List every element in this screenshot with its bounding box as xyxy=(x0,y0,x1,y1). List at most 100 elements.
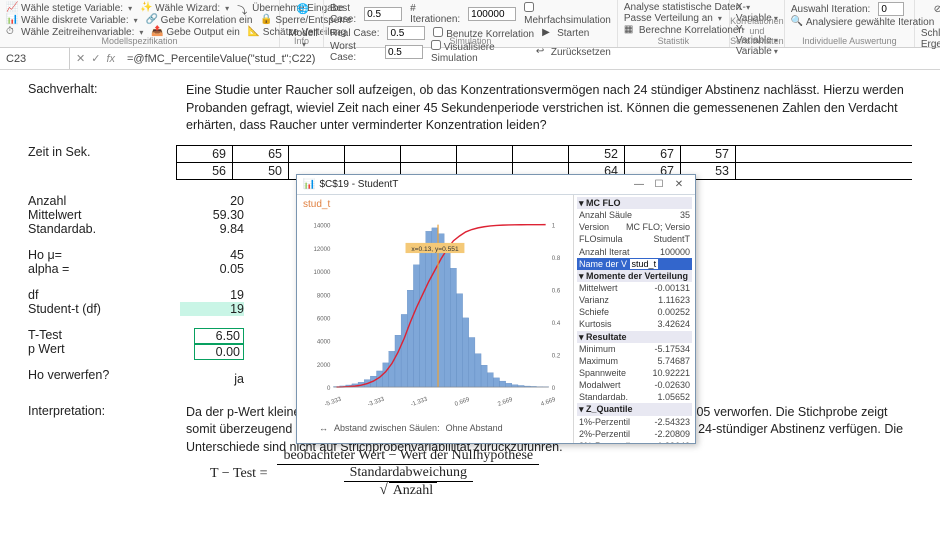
maximize-icon[interactable]: ☐ xyxy=(649,179,669,190)
dialog-titlebar[interactable]: 📊 $C$19 - StudentT — ☐ ✕ xyxy=(297,175,695,195)
table-cell xyxy=(288,146,344,162)
svg-text:14000: 14000 xyxy=(314,223,332,230)
txt-sachverhalt: Eine Studie unter Raucher soll aufzeigen… xyxy=(186,82,912,135)
btn-berechne-korr[interactable]: ▦Berechne Korrelationen xyxy=(624,24,744,36)
globe-icon: 🌐 xyxy=(292,4,314,26)
undo-icon: ↩ xyxy=(536,46,548,58)
val-pwert: 0.00 xyxy=(194,344,244,360)
svg-text:12000: 12000 xyxy=(314,246,332,253)
lbl-anzahl: Anzahl xyxy=(28,194,160,208)
group-simulation: Simulation xyxy=(324,36,617,46)
input-worst[interactable] xyxy=(385,45,423,59)
lbl-studt: Student-t (df) xyxy=(28,302,160,316)
table-cell xyxy=(400,146,456,162)
bars-icon: 📊 xyxy=(6,14,18,26)
svg-text:0.2: 0.2 xyxy=(552,353,561,360)
search-icon: 🔍 xyxy=(791,16,803,28)
stats-panel[interactable]: ▾ MC FLOAnzahl Säule35VersionMC FLO; Ver… xyxy=(573,195,695,443)
grid-icon: ▦ xyxy=(624,24,636,36)
input-auswahl[interactable] xyxy=(878,2,904,16)
cancel-icon[interactable]: ✕ xyxy=(76,52,85,65)
accept-icon: ⤵ xyxy=(237,2,249,14)
curve-icon: 📈 xyxy=(6,2,18,14)
svg-text:0: 0 xyxy=(552,385,556,392)
chk-benutze[interactable] xyxy=(433,27,443,37)
minimize-icon[interactable]: — xyxy=(629,179,649,190)
enter-icon[interactable]: ✓ xyxy=(91,52,100,65)
dd-variable[interactable]: Variable xyxy=(736,46,778,57)
link-icon: 🔗 xyxy=(146,14,158,26)
table-cell: 69 xyxy=(176,146,232,162)
table-cell: 56 xyxy=(176,163,232,179)
fx-icon[interactable]: fx xyxy=(106,53,115,65)
dialog-title: $C$19 - StudentT xyxy=(319,179,398,190)
input-iter[interactable] xyxy=(468,7,516,21)
svg-text:0.669: 0.669 xyxy=(454,396,471,408)
svg-text:8000: 8000 xyxy=(317,292,331,299)
btn-diskrete[interactable]: 📊Wähle diskrete Variable: xyxy=(6,14,138,26)
lbl-std: Standardab. xyxy=(28,222,160,236)
lbl-zeit: Zeit in Sek. xyxy=(28,145,160,159)
svg-text:2.669: 2.669 xyxy=(497,396,514,408)
lbl-abstand: Abstand zwischen Säulen: xyxy=(334,423,440,433)
ttest-formula: T − Test = beobachteter Wert − Wert der … xyxy=(210,448,539,499)
lbl-pwert: p Wert xyxy=(28,342,160,356)
svg-text:-1.333: -1.333 xyxy=(410,395,429,408)
svg-text:4.669: 4.669 xyxy=(540,396,557,408)
table-cell xyxy=(344,146,400,162)
lbl-best: Best Case: xyxy=(330,3,356,25)
group-ergebnis: Ergebnis xyxy=(915,36,940,46)
val-studt: 19 xyxy=(180,302,244,316)
group-modelspec: Modellspezifikation xyxy=(0,36,279,46)
val-ho: 45 xyxy=(180,248,244,262)
lbl-ho: Ho μ= xyxy=(28,248,160,262)
btn-passe[interactable]: Passe Verteilung an xyxy=(624,13,722,24)
wizard-icon: ✨ xyxy=(140,2,152,14)
table-cell xyxy=(456,146,512,162)
chart-dialog[interactable]: 📊 $C$19 - StudentT — ☐ ✕ stud_t 14000 120… xyxy=(296,174,696,444)
table-cell: 50 xyxy=(232,163,288,179)
btn-korr-ein[interactable]: 🔗Gebe Korrelation ein xyxy=(146,14,253,26)
name-box[interactable]: C23 xyxy=(0,48,70,69)
slider-icon[interactable]: ↔ xyxy=(319,423,328,433)
svg-text:0.6: 0.6 xyxy=(552,288,561,295)
close-results-icon: ⊘ xyxy=(927,4,940,26)
val-ttest: 6.50 xyxy=(194,328,244,344)
input-best[interactable] xyxy=(364,7,402,21)
table-cell xyxy=(512,146,568,162)
chk-mehrfach[interactable] xyxy=(524,2,534,12)
group-korrsens: Korrelationen und Sensitivitäten xyxy=(730,16,784,46)
svg-text:-5.333: -5.333 xyxy=(324,395,343,408)
svg-text:10000: 10000 xyxy=(314,269,332,276)
btn-stetige[interactable]: 📈Wähle stetige Variable: xyxy=(6,2,132,14)
lbl-mittel: Mittelwert xyxy=(28,208,160,222)
lbl-alpha: alpha = xyxy=(28,262,160,276)
group-indiv: Individuelle Auswertung xyxy=(785,36,914,46)
val-df: 19 xyxy=(180,288,244,302)
chart-series-label: stud_t xyxy=(303,199,567,210)
group-statistik: Statistik xyxy=(618,36,729,46)
lbl-df: df xyxy=(28,288,160,302)
svg-text:4000: 4000 xyxy=(317,339,331,346)
btn-analysiere-iter[interactable]: 🔍Analysiere gewählte Iteration xyxy=(791,16,934,28)
group-info: Info xyxy=(280,36,323,46)
lbl-sachverhalt: Sachverhalt: xyxy=(28,82,160,135)
svg-text:2000: 2000 xyxy=(317,362,331,369)
worksheet[interactable]: Sachverhalt: Eine Studie unter Raucher s… xyxy=(0,70,940,478)
lbl-verwerfen: Ho verwerfen? xyxy=(28,368,160,382)
close-icon[interactable]: ✕ xyxy=(669,179,689,190)
lock-icon: 🔒 xyxy=(260,14,272,26)
lbl-interp: Interpretation: xyxy=(28,404,160,457)
lbl-iter: # Iterationen: xyxy=(410,3,460,25)
svg-text:0.8: 0.8 xyxy=(552,255,561,262)
btn-wizard[interactable]: ✨Wähle Wizard: xyxy=(140,2,229,14)
svg-text:0.4: 0.4 xyxy=(552,320,561,327)
lbl-auswahl: Auswahl Iteration: xyxy=(791,4,871,15)
ribbon: 📈Wähle stetige Variable: ✨Wähle Wizard: … xyxy=(0,0,940,48)
table-cell: 67 xyxy=(624,146,680,162)
lbl-ttest: T-Test xyxy=(28,328,160,342)
val-std: 9.84 xyxy=(180,222,244,236)
val-verwerfen: ja xyxy=(180,372,244,386)
histogram-chart: 1400012000100008000600040002000010.80.60… xyxy=(303,210,567,420)
btn-zuruck[interactable]: ↩Zurücksetzen xyxy=(536,46,611,58)
